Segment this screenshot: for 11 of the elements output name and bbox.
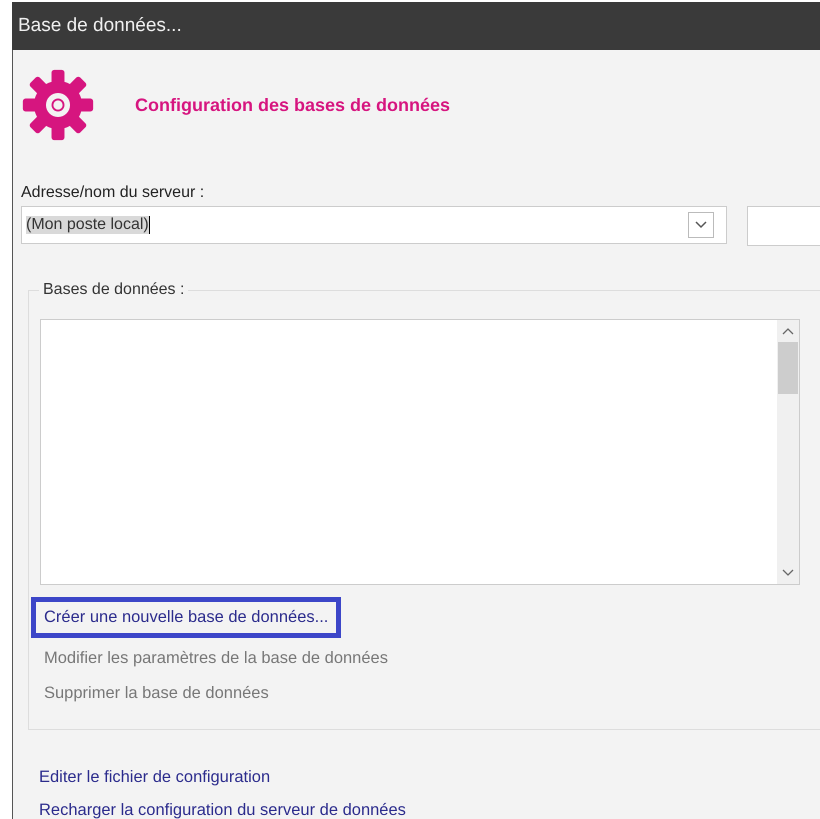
section-heading: Configuration des bases de données (135, 94, 450, 116)
action-link[interactable]: Créer une nouvelle base de données... (31, 597, 342, 638)
link[interactable]: Editer le fichier de configuration (39, 768, 820, 787)
field-label: Adresse/nom du serveur : (21, 184, 206, 202)
scrollbar[interactable] (777, 320, 799, 584)
gear-icon (21, 68, 95, 142)
scroll-thumb[interactable] (778, 342, 798, 394)
server-dropdown[interactable]: (Mon poste local) (21, 206, 727, 244)
port-field[interactable] (747, 206, 820, 246)
window-title: Base de données... (18, 15, 182, 37)
link[interactable]: Recharger la configuration du serveur de données (39, 801, 820, 819)
